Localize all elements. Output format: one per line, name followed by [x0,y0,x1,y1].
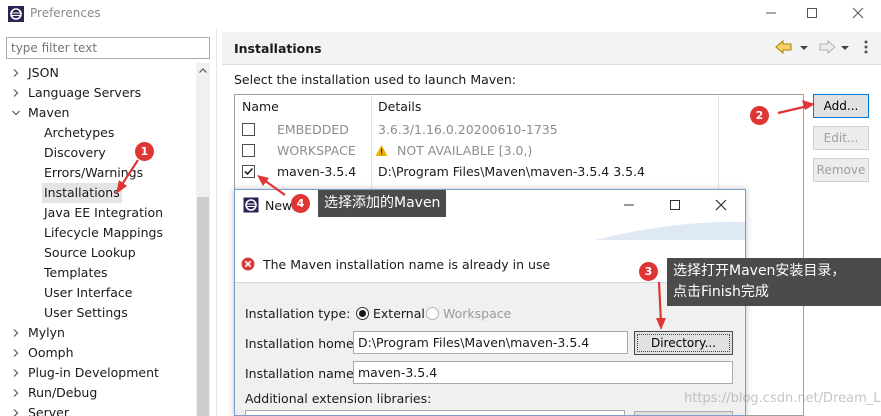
arrow-icon [116,159,139,194]
watermark: https://blog.csdn.net/Dream_Leaf [684,391,881,406]
callout-select-maven: 选择添加的Maven [318,190,447,217]
callout-open-directory: 选择打开Maven安装目录， 点击Finish完成 [667,258,881,306]
step-badge-3: 3 [639,262,658,281]
step-badge-1: 1 [135,142,154,161]
step-badge-4: 4 [291,194,310,213]
callout-line: 点击Finish完成 [673,284,769,300]
arrow-icon [257,175,286,196]
arrow-icon [656,281,666,330]
arrow-icon [777,100,815,115]
step-badge-2: 2 [750,106,769,125]
callout-line: 选择打开Maven安装目录， [673,263,846,279]
